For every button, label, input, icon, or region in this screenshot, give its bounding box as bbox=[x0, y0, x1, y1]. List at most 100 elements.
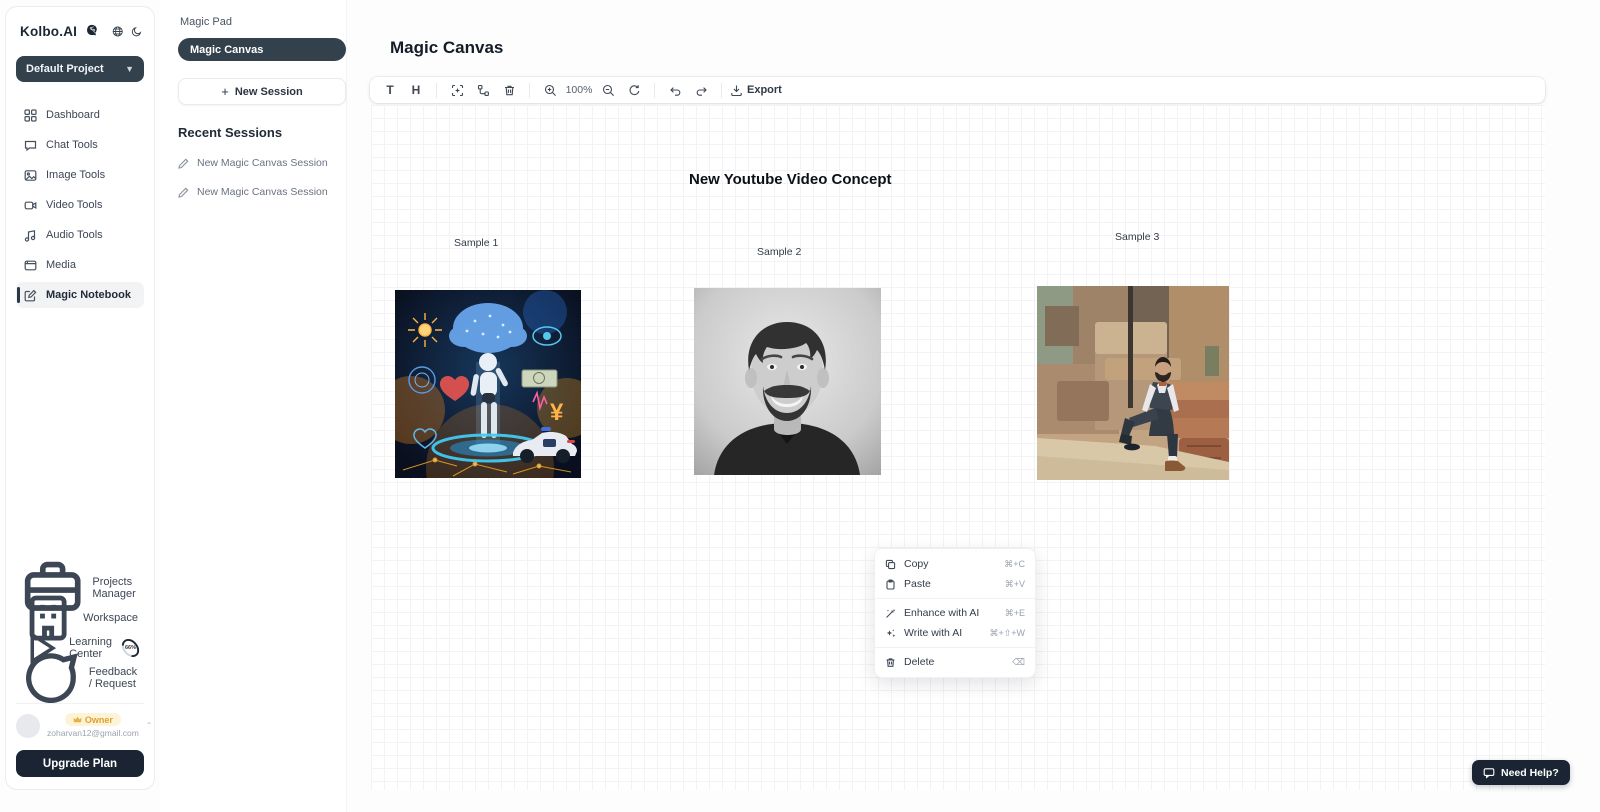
sidebar-item-label: Media bbox=[46, 259, 76, 271]
zoom-level-display: 100% bbox=[564, 84, 594, 96]
ai-select-button[interactable] bbox=[445, 80, 469, 100]
feedback-chat-icon bbox=[22, 649, 80, 707]
profile-box[interactable]: Owner zoharvan12@gmail.com ⌃ bbox=[16, 703, 144, 738]
ai-scan-icon bbox=[451, 84, 464, 97]
need-help-button[interactable]: Need Help? bbox=[1472, 760, 1570, 785]
text-tool-button[interactable]: T bbox=[378, 80, 402, 100]
sidebar-item-video-tools[interactable]: Video Tools bbox=[16, 192, 144, 218]
session-item[interactable]: New Magic Canvas Session bbox=[178, 186, 337, 198]
recent-sessions-heading: Recent Sessions bbox=[178, 125, 337, 140]
context-menu-write-with-ai[interactable]: Write with AI ⌘+⇧+W bbox=[875, 623, 1035, 643]
video-camera-icon bbox=[24, 199, 37, 212]
rotate-reset-icon bbox=[628, 84, 641, 97]
dashboard-grid-icon bbox=[24, 109, 37, 122]
sidebar-item-label: Magic Notebook bbox=[46, 289, 131, 301]
brand-logo: Kolbo.AI bbox=[20, 24, 77, 39]
sample-2-label[interactable]: Sample 2 bbox=[757, 246, 801, 258]
tab-magic-canvas[interactable]: Magic Canvas bbox=[178, 38, 346, 61]
sidebar-item-feedback-request[interactable]: Feedback / Request bbox=[16, 663, 144, 693]
project-selector-label: Default Project bbox=[26, 63, 104, 75]
project-selector[interactable]: Default Project ▼ bbox=[16, 56, 144, 82]
sample-2-image[interactable] bbox=[694, 288, 881, 475]
sidebar-item-chat-tools[interactable]: Chat Tools bbox=[16, 132, 144, 158]
heading-tool-button[interactable]: H bbox=[404, 80, 428, 100]
sidebar-item-label: Image Tools bbox=[46, 169, 105, 181]
plus-icon: + bbox=[221, 84, 229, 99]
sidebar-item-label: Dashboard bbox=[46, 109, 100, 121]
new-session-button[interactable]: + New Session bbox=[178, 78, 346, 105]
pencil-icon bbox=[178, 187, 189, 198]
download-icon bbox=[730, 84, 743, 97]
sidebar-item-media[interactable]: Media bbox=[16, 252, 144, 278]
profile-caret-icon: ⌃ bbox=[146, 721, 153, 730]
zoom-out-button[interactable] bbox=[596, 80, 620, 100]
context-menu-enhance-with-ai[interactable]: Enhance with AI ⌘+E bbox=[875, 603, 1035, 623]
toolbar-separator bbox=[529, 83, 530, 98]
context-menu-copy[interactable]: Copy ⌘+C bbox=[875, 554, 1035, 574]
sidebar-item-magic-notebook[interactable]: Magic Notebook bbox=[16, 282, 144, 308]
delete-tool-button[interactable] bbox=[497, 80, 521, 100]
sidebar-item-image-tools[interactable]: Image Tools bbox=[16, 162, 144, 188]
zoom-in-icon bbox=[544, 84, 557, 97]
crown-icon bbox=[73, 715, 82, 724]
sessions-panel: Magic Pad Magic Canvas + New Session Rec… bbox=[160, 0, 347, 812]
brain-head-icon bbox=[84, 23, 98, 39]
sidebar-item-label: Projects Manager bbox=[92, 576, 138, 600]
sidebar-item-dashboard[interactable]: Dashboard bbox=[16, 102, 144, 128]
sparkle-pen-icon bbox=[885, 628, 896, 639]
sample-3-image[interactable] bbox=[1037, 286, 1229, 480]
session-item-label: New Magic Canvas Session bbox=[197, 186, 328, 198]
export-button[interactable]: Export bbox=[730, 80, 782, 100]
toolbar-separator bbox=[436, 83, 437, 98]
session-item-label: New Magic Canvas Session bbox=[197, 157, 328, 169]
svg-text:¥: ¥ bbox=[550, 399, 564, 426]
undo-icon bbox=[669, 84, 682, 97]
redo-button[interactable] bbox=[689, 80, 713, 100]
globe-icon[interactable] bbox=[112, 25, 123, 38]
zoom-in-button[interactable] bbox=[538, 80, 562, 100]
trash-icon bbox=[885, 657, 896, 668]
sidebar-footer: Projects Manager Workspace Learning Cent… bbox=[16, 573, 144, 777]
sample-1-label[interactable]: Sample 1 bbox=[454, 237, 498, 249]
tab-magic-pad[interactable]: Magic Pad bbox=[178, 14, 337, 38]
copy-icon bbox=[885, 559, 896, 570]
avatar bbox=[16, 714, 40, 738]
media-folder-icon bbox=[24, 259, 37, 272]
main-sidebar: Kolbo.AI Default Project ▼ Dashboard Cha… bbox=[5, 6, 155, 790]
profile-email: zoharvan12@gmail.com bbox=[47, 728, 139, 738]
sample-3-label[interactable]: Sample 3 bbox=[1115, 231, 1159, 243]
canvas-toolbar: T H 100% Export bbox=[370, 77, 1545, 103]
zoom-out-icon bbox=[602, 84, 615, 97]
profile-meta: Owner zoharvan12@gmail.com bbox=[47, 713, 139, 738]
node-branch-icon bbox=[477, 84, 490, 97]
context-menu-delete[interactable]: Delete ⌫ bbox=[875, 652, 1035, 672]
toolbar-separator bbox=[721, 83, 722, 98]
learning-progress-badge: 66% bbox=[118, 636, 142, 661]
context-menu: Copy ⌘+C Paste ⌘+V Enhance with AI ⌘+E W… bbox=[874, 548, 1036, 678]
reset-view-button[interactable] bbox=[622, 80, 646, 100]
context-menu-paste[interactable]: Paste ⌘+V bbox=[875, 574, 1035, 594]
trash-icon bbox=[503, 84, 516, 97]
upgrade-plan-button[interactable]: Upgrade Plan bbox=[16, 750, 144, 777]
context-menu-separator bbox=[875, 598, 1035, 599]
sidebar-item-audio-tools[interactable]: Audio Tools bbox=[16, 222, 144, 248]
logo-row: Kolbo.AI bbox=[16, 19, 144, 39]
sidebar-item-label: Video Tools bbox=[46, 199, 102, 211]
owner-badge: Owner bbox=[65, 713, 121, 726]
sidebar-item-label: Feedback / Request bbox=[89, 666, 138, 690]
dark-mode-moon-icon[interactable] bbox=[131, 25, 142, 38]
sample-1-image[interactable]: ¥ bbox=[395, 290, 581, 478]
undo-button[interactable] bbox=[663, 80, 687, 100]
magic-canvas-board[interactable]: New Youtube Video Concept Sample 1 Sampl… bbox=[371, 105, 1545, 790]
session-item[interactable]: New Magic Canvas Session bbox=[178, 157, 337, 169]
magic-wand-icon bbox=[885, 608, 896, 619]
context-menu-separator bbox=[875, 647, 1035, 648]
sidebar-item-label: Audio Tools bbox=[46, 229, 103, 241]
board-title-text[interactable]: New Youtube Video Concept bbox=[689, 171, 892, 188]
connector-tool-button[interactable] bbox=[471, 80, 495, 100]
new-session-label: New Session bbox=[235, 86, 303, 98]
need-help-label: Need Help? bbox=[1501, 767, 1559, 779]
chat-bubble-icon bbox=[24, 139, 37, 152]
app-root: Kolbo.AI Default Project ▼ Dashboard Cha… bbox=[0, 0, 1600, 812]
music-note-icon bbox=[24, 229, 37, 242]
